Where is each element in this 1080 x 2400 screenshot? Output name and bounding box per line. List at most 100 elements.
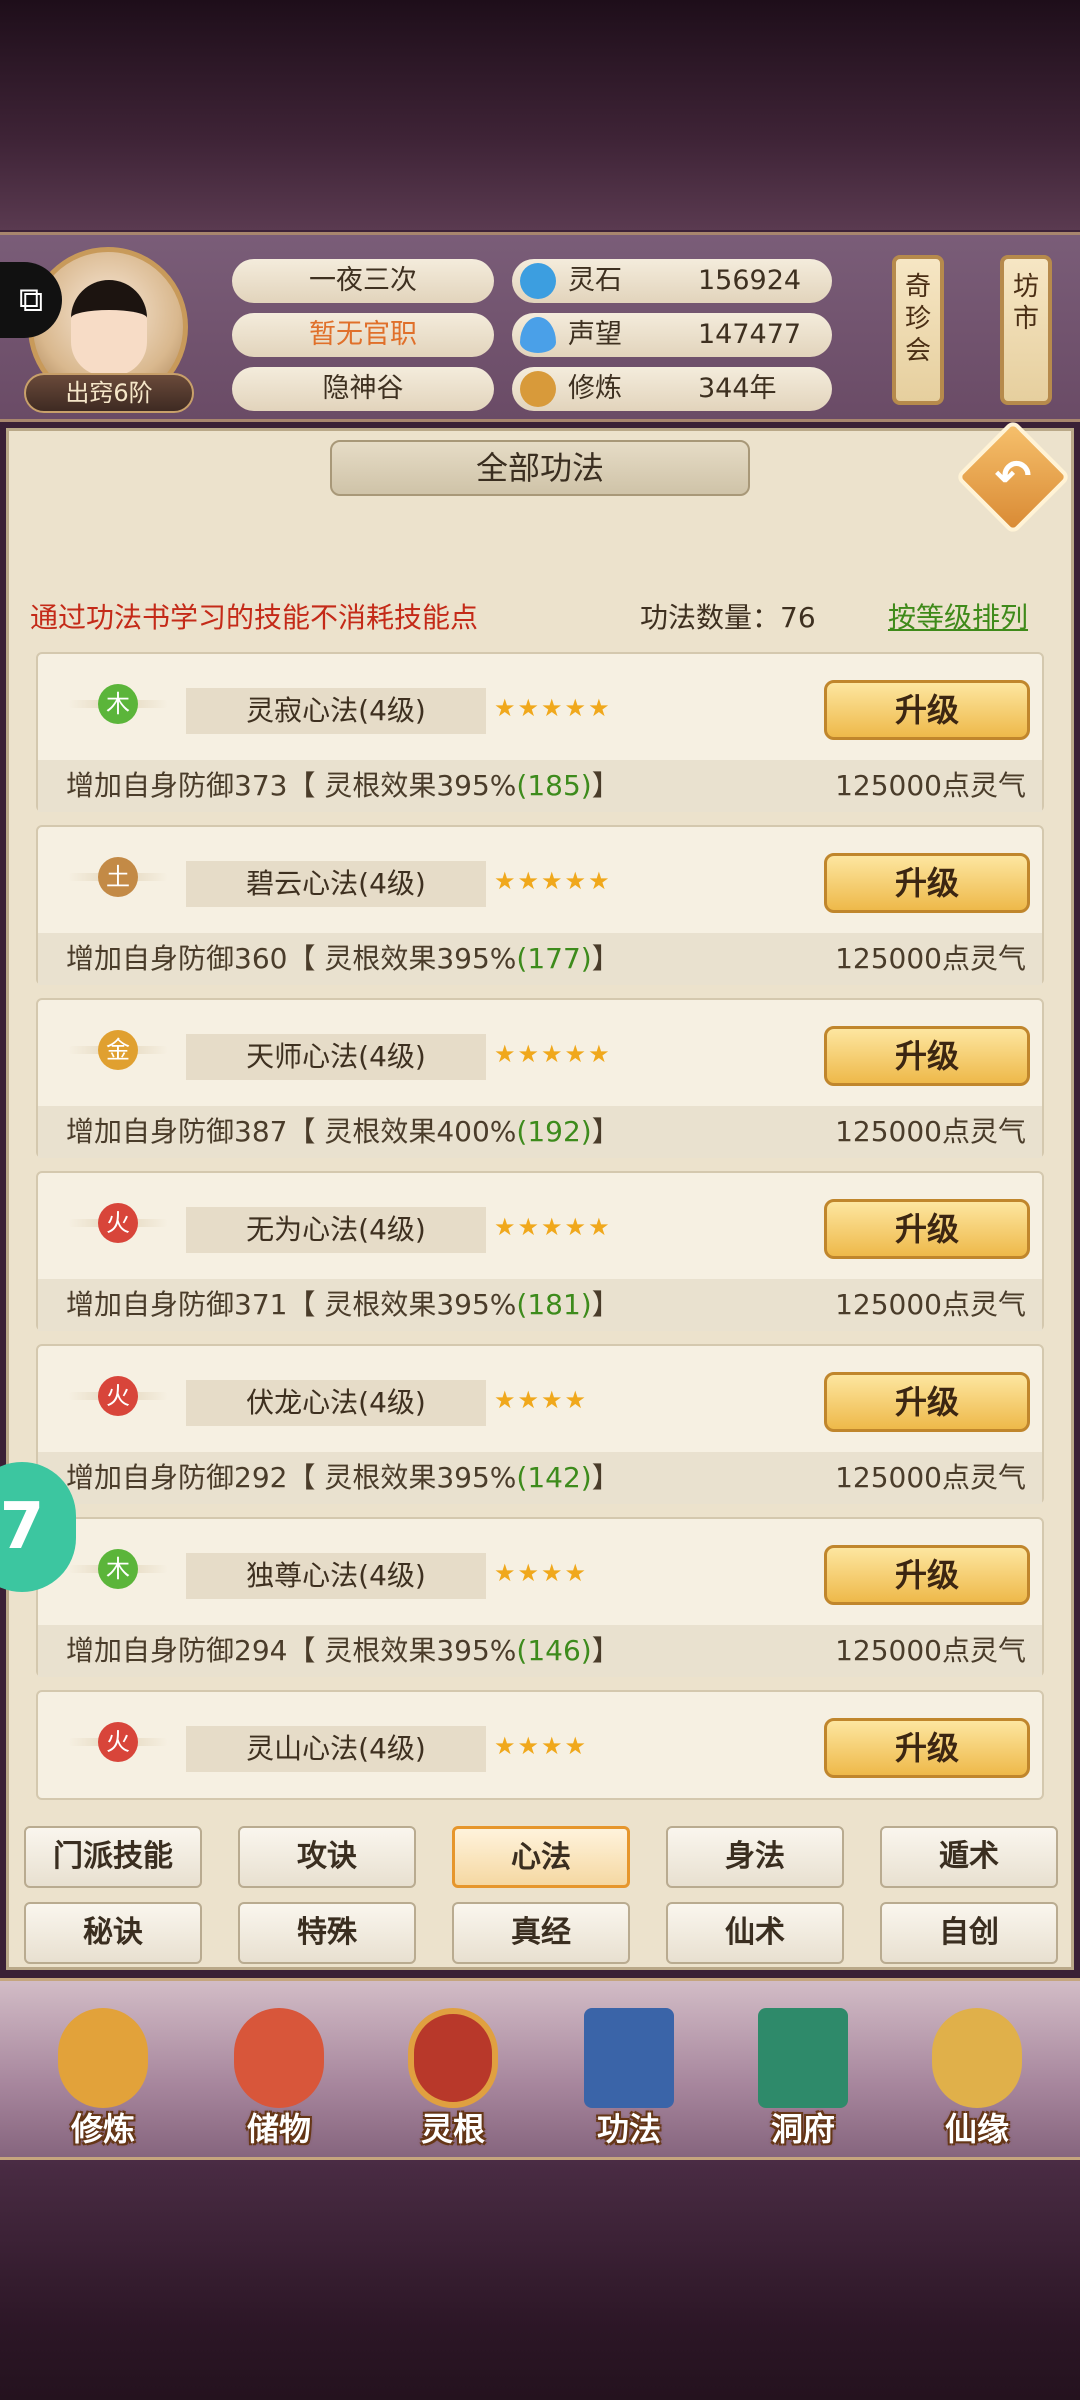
resource-value: 156924 <box>698 265 802 296</box>
desc-bonus: (185) <box>516 769 592 802</box>
upgrade-cost: 125000点灵气 <box>835 1115 1026 1148</box>
skill-card[interactable]: 火 灵山心法(4级) ★★★★ 升级 <box>36 1690 1044 1800</box>
skill-card[interactable]: 金 天师心法(4级) ★★★★★ 升级 增加自身防御387【 灵根效果400%(… <box>36 998 1044 1158</box>
market-button[interactable]: 坊市 <box>1000 255 1052 405</box>
element-fire-icon: 火 <box>68 1712 168 1772</box>
star-rating: ★★★★★ <box>494 1040 612 1068</box>
skill-card[interactable]: 火 伏龙心法(4级) ★★★★ 升级 增加自身防御292【 灵根效果395%(1… <box>36 1344 1044 1504</box>
tab-scripture[interactable]: 真经 <box>452 1902 630 1964</box>
sort-by-level-link[interactable]: 按等级排列 <box>888 596 1028 636</box>
nav-label: 仙缘 <box>944 2110 1009 2148</box>
element-earth-icon: 土 <box>68 847 168 907</box>
desc-text: 增加自身防御294【 灵根效果395% <box>66 1634 517 1667</box>
upgrade-button[interactable]: 升级 <box>824 680 1030 740</box>
official-title[interactable]: 暂无官职 <box>232 313 494 357</box>
cave-house-icon <box>758 2008 848 2108</box>
desc-bonus: (181) <box>516 1288 592 1321</box>
skill-description: 增加自身防御387【 灵根效果400%(192)】 125000点灵气 <box>38 1106 1042 1158</box>
star-rating: ★★★★★ <box>494 1213 612 1241</box>
upgrade-cost: 125000点灵气 <box>835 1288 1026 1321</box>
skill-name: 碧云心法(4级) <box>186 861 486 907</box>
nav-fate[interactable]: 仙缘 <box>902 2000 1052 2150</box>
storage-bag-icon <box>234 2008 324 2108</box>
skill-name: 灵山心法(4级) <box>186 1726 486 1772</box>
resource-value: 147477 <box>698 319 802 350</box>
desc-bonus: (192) <box>516 1115 592 1148</box>
desc-suffix: 】 <box>591 1288 620 1321</box>
star-rating: ★★★★★ <box>494 694 612 722</box>
resource-label: 灵石 <box>568 265 622 296</box>
upgrade-button[interactable]: 升级 <box>824 1545 1030 1605</box>
skill-description: 增加自身防御360【 灵根效果395%(177)】 125000点灵气 <box>38 933 1042 985</box>
nav-storage[interactable]: 储物 <box>204 2000 354 2150</box>
tab-secret[interactable]: 秘诀 <box>24 1902 202 1964</box>
skill-card[interactable]: 木 独尊心法(4级) ★★★★ 升级 增加自身防御294【 灵根效果395%(1… <box>36 1517 1044 1677</box>
element-wood-icon: 木 <box>68 674 168 734</box>
tab-sect-skills[interactable]: 门派技能 <box>24 1826 202 1888</box>
back-arrow-icon: ↶ <box>994 451 1032 502</box>
cultivation-icon <box>58 2008 148 2108</box>
skill-name: 灵寂心法(4级) <box>186 688 486 734</box>
star-rating: ★★★★ <box>494 1386 589 1414</box>
spirit-stone-icon <box>520 263 556 299</box>
nav-label: 灵根 <box>420 2110 485 2148</box>
nav-spirit-root[interactable]: 灵根 <box>378 2000 528 2150</box>
upgrade-button[interactable]: 升级 <box>824 1718 1030 1778</box>
skill-book-icon <box>584 2008 674 2108</box>
avatar-face <box>71 280 147 376</box>
desc-text: 增加自身防御292【 灵根效果395% <box>66 1461 517 1494</box>
nav-cultivation[interactable]: 修炼 <box>28 2000 178 2150</box>
nav-cave-house[interactable]: 洞府 <box>728 2000 878 2150</box>
tab-movement[interactable]: 身法 <box>666 1826 844 1888</box>
notice-text: 通过功法书学习的技能不消耗技能点 <box>30 601 479 634</box>
resource-value: 344年 <box>698 373 777 404</box>
nav-label: 功法 <box>596 2110 661 2148</box>
desc-suffix: 】 <box>591 1461 620 1494</box>
nav-label: 储物 <box>246 2110 311 2148</box>
desc-suffix: 】 <box>591 1634 620 1667</box>
upgrade-button[interactable]: 升级 <box>824 1372 1030 1432</box>
fate-gourd-icon <box>932 2008 1022 2108</box>
skill-card[interactable]: 火 无为心法(4级) ★★★★★ 升级 增加自身防御371【 灵根效果395%(… <box>36 1171 1044 1331</box>
star-rating: ★★★★ <box>494 1732 589 1760</box>
rank-badge: 出窍6阶 <box>24 373 194 413</box>
tab-self-created[interactable]: 自创 <box>880 1902 1058 1964</box>
nav-skills[interactable]: 功法 <box>554 2000 704 2150</box>
upgrade-button[interactable]: 升级 <box>824 1026 1030 1086</box>
star-rating: ★★★★ <box>494 1559 589 1587</box>
desc-suffix: 】 <box>591 769 620 802</box>
nav-label: 洞府 <box>770 2110 835 2148</box>
tab-escape[interactable]: 遁术 <box>880 1826 1058 1888</box>
skill-description: 增加自身防御373【 灵根效果395%(185)】 125000点灵气 <box>38 760 1042 812</box>
resource-spirit-stone: 灵石 156924 <box>512 259 832 303</box>
sect-name: 隐神谷 <box>232 367 494 411</box>
desc-suffix: 】 <box>591 942 620 975</box>
meditation-icon <box>520 371 556 407</box>
skill-card[interactable]: 土 碧云心法(4级) ★★★★★ 升级 增加自身防御360【 灵根效果395%(… <box>36 825 1044 985</box>
resource-label: 声望 <box>568 319 622 350</box>
desc-bonus: (146) <box>516 1634 592 1667</box>
skill-name: 天师心法(4级) <box>186 1034 486 1080</box>
element-fire-icon: 火 <box>68 1193 168 1253</box>
tab-attack[interactable]: 攻诀 <box>238 1826 416 1888</box>
element-fire-icon: 火 <box>68 1366 168 1426</box>
desc-text: 增加自身防御387【 灵根效果400% <box>66 1115 517 1148</box>
tab-immortal-arts[interactable]: 仙术 <box>666 1902 844 1964</box>
upgrade-button[interactable]: 升级 <box>824 853 1030 913</box>
desc-text: 增加自身防御360【 灵根效果395% <box>66 942 517 975</box>
star-rating: ★★★★★ <box>494 867 612 895</box>
skill-description: 增加自身防御294【 灵根效果395%(146)】 125000点灵气 <box>38 1625 1042 1677</box>
bottom-background <box>0 2160 1080 2400</box>
tab-special[interactable]: 特殊 <box>238 1902 416 1964</box>
tab-heart-method[interactable]: 心法 <box>452 1826 630 1888</box>
desc-bonus: (142) <box>516 1461 592 1494</box>
skill-card[interactable]: 木 灵寂心法(4级) ★★★★★ 升级 增加自身防御373【 灵根效果395%(… <box>36 652 1044 812</box>
top-background <box>0 0 1080 230</box>
nav-label: 修炼 <box>70 2110 135 2148</box>
upgrade-cost: 125000点灵气 <box>835 1634 1026 1667</box>
skill-name: 独尊心法(4级) <box>186 1553 486 1599</box>
resource-label: 修炼 <box>568 373 622 404</box>
upgrade-button[interactable]: 升级 <box>824 1199 1030 1259</box>
treasure-fair-button[interactable]: 奇珍会 <box>892 255 944 405</box>
player-name: 一夜三次 <box>232 259 494 303</box>
